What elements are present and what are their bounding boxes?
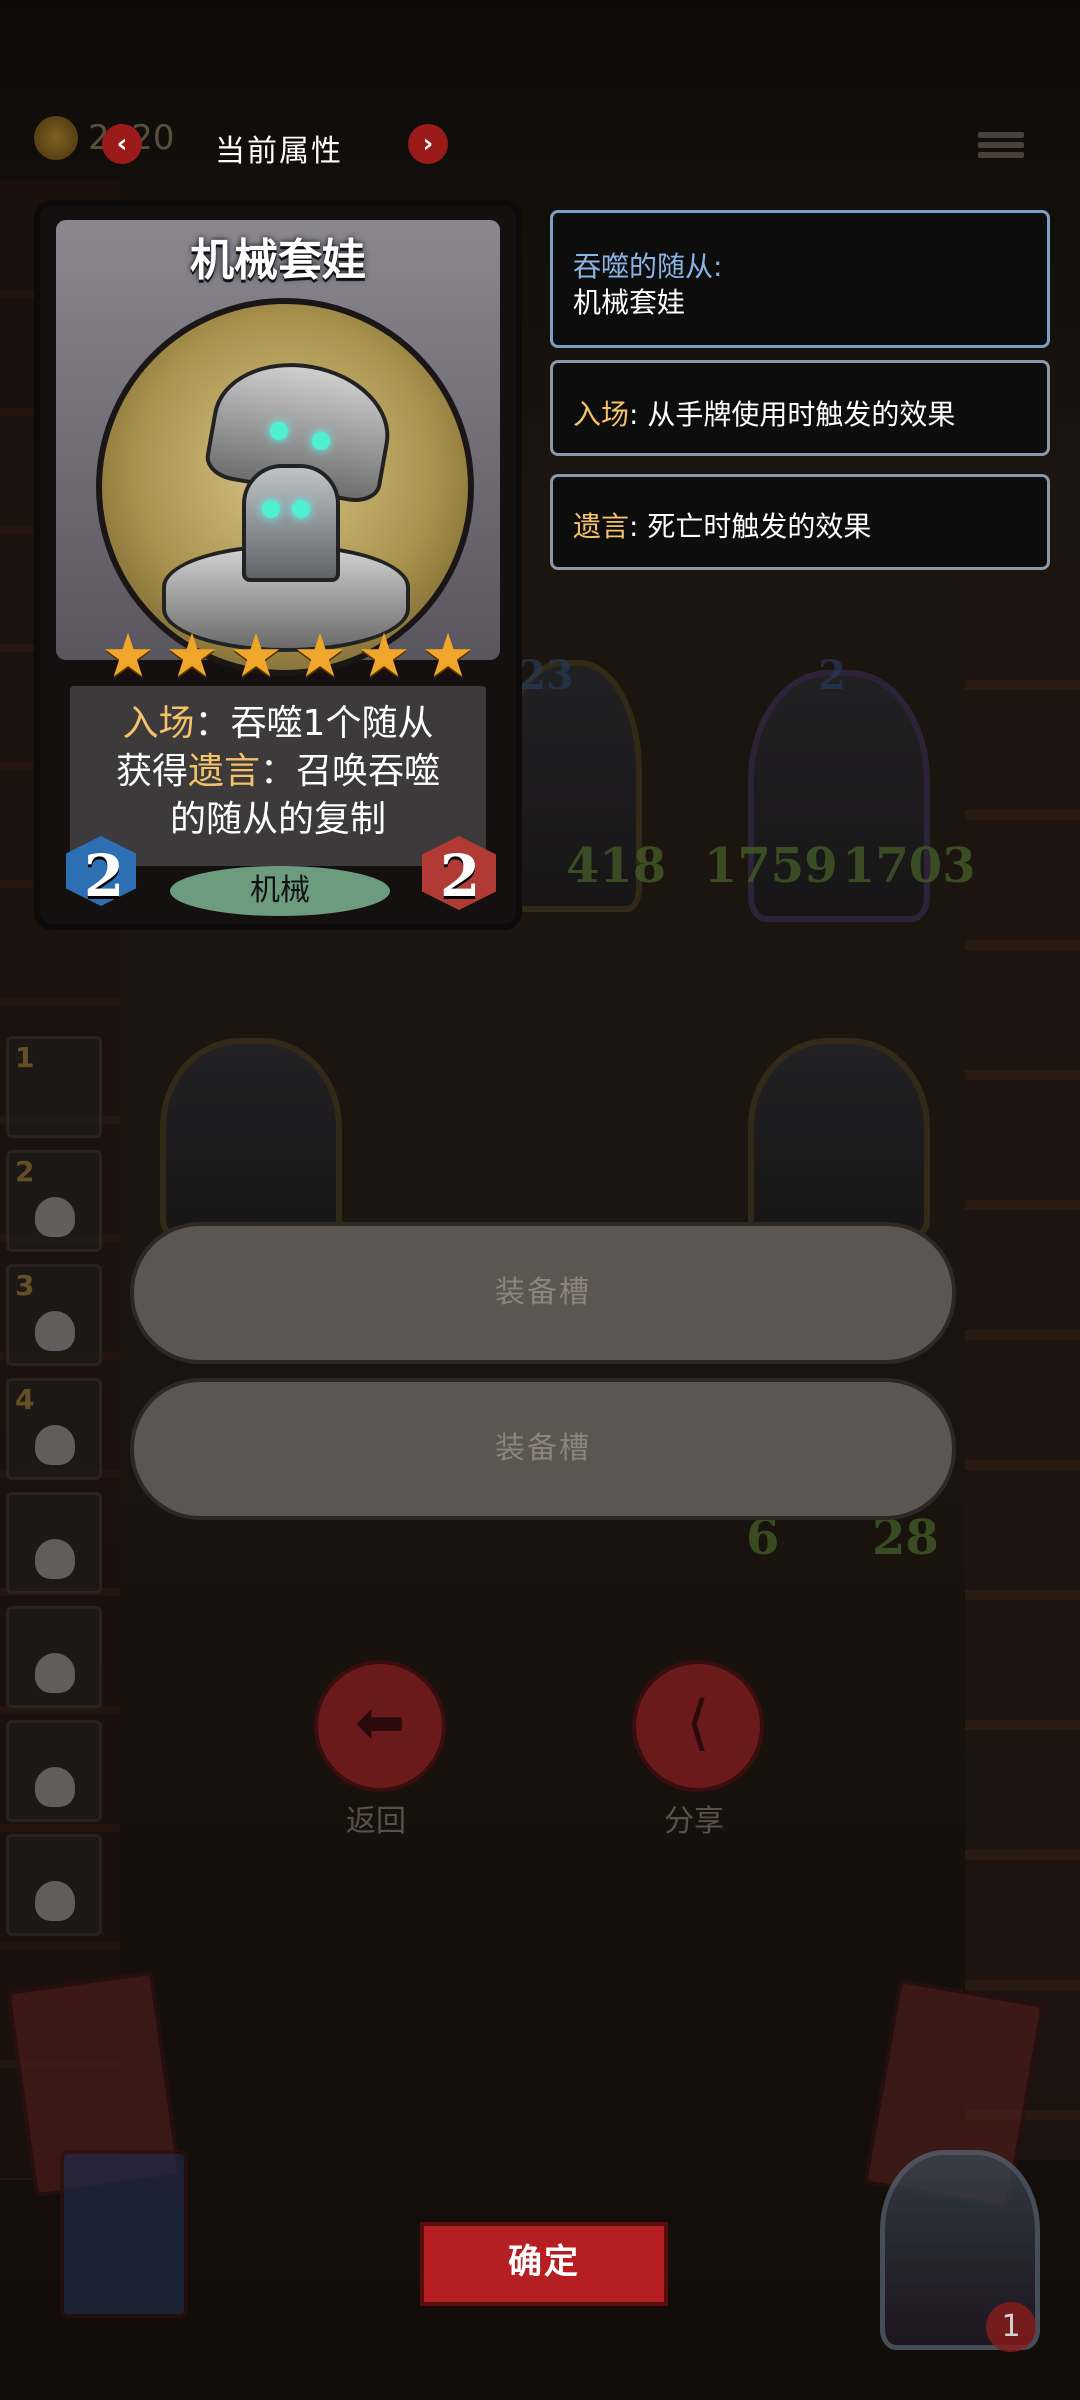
share-button[interactable]: ⟨ <box>632 1660 764 1792</box>
desc-line-2: 获得遗言：召唤吞噬 <box>70 742 486 794</box>
hero-hp: 1 <box>986 2302 1036 2352</box>
confirm-button[interactable]: 确定 <box>420 2222 668 2306</box>
robot-body <box>242 464 340 582</box>
card-attack: 2 <box>439 842 481 910</box>
keyword-battlecry: 入场 <box>573 398 630 431</box>
equipment-slot-1[interactable]: 装备槽 <box>130 1222 956 1364</box>
keyword-battlecry: 入场 <box>122 703 195 744</box>
minion-card: 机械套娃 ★ ★ ★ ★ ★ ★ 入场：吞噬1个随从 获得遗言：召唤吞噬 的随从的复制 2… <box>34 200 522 930</box>
robot-eye <box>292 500 310 518</box>
battlecry-panel: 入场: 从手牌使用时触发的效果 <box>550 360 1050 456</box>
tribe-tag: 机械 <box>170 866 390 916</box>
share-label: 分享 <box>664 1804 724 1839</box>
keyword-deathrattle: 遗言 <box>573 510 630 543</box>
next-arrow-button[interactable]: › <box>408 124 448 164</box>
desc-line-1: 入场：吞噬1个随从 <box>70 694 486 746</box>
card-name: 机械套娃 <box>190 235 366 286</box>
deathrattle-tooltip: 遗言: 死亡时触发的效果 <box>573 505 871 545</box>
battlecry-text: : 从手牌使用时触发的效果 <box>629 398 956 431</box>
desc-line-3: 的随从的复制 <box>169 799 386 840</box>
card-cost: 2 <box>83 842 125 910</box>
star-icon: ★ <box>421 621 475 691</box>
devoured-minion-panel: 吞噬的随从: 机械套娃 <box>550 210 1050 348</box>
devoured-value: 机械套娃 <box>573 286 686 319</box>
robot-eye <box>312 432 330 450</box>
robot-eye <box>270 422 288 440</box>
equipment-slot-2[interactable]: 装备槽 <box>130 1378 956 1520</box>
keyword-deathrattle: 遗言 <box>187 751 260 792</box>
page-title: 当前属性 <box>215 134 343 169</box>
desc-text: ：召唤吞噬 <box>260 751 441 792</box>
desc-text: 获得 <box>115 751 188 792</box>
devoured-label: 吞噬的随从: <box>573 250 723 283</box>
star-icon: ★ <box>101 621 155 691</box>
desc-text: ：吞噬1个随从 <box>194 703 434 744</box>
deathrattle-text: : 死亡时触发的效果 <box>629 510 872 543</box>
prev-arrow-button[interactable]: ‹ <box>102 124 142 164</box>
star-rating: ★ ★ ★ ★ ★ ★ <box>88 621 488 691</box>
opponent-portrait <box>60 2150 188 2318</box>
robot-eye <box>262 500 280 518</box>
back-label: 返回 <box>346 1804 406 1839</box>
star-icon: ★ <box>357 621 411 691</box>
card-description: 入场：吞噬1个随从 获得遗言：召唤吞噬 的随从的复制 <box>70 686 486 866</box>
battlecry-tooltip: 入场: 从手牌使用时触发的效果 <box>573 393 955 433</box>
gold-coin-icon <box>34 116 78 160</box>
deathrattle-panel: 遗言: 死亡时触发的效果 <box>550 474 1050 570</box>
star-icon: ★ <box>293 621 347 691</box>
card-portrait <box>96 298 474 676</box>
star-icon: ★ <box>229 621 283 691</box>
star-icon: ★ <box>165 621 219 691</box>
menu-icon[interactable] <box>978 128 1024 168</box>
back-button[interactable]: ⬅ <box>314 1660 446 1792</box>
